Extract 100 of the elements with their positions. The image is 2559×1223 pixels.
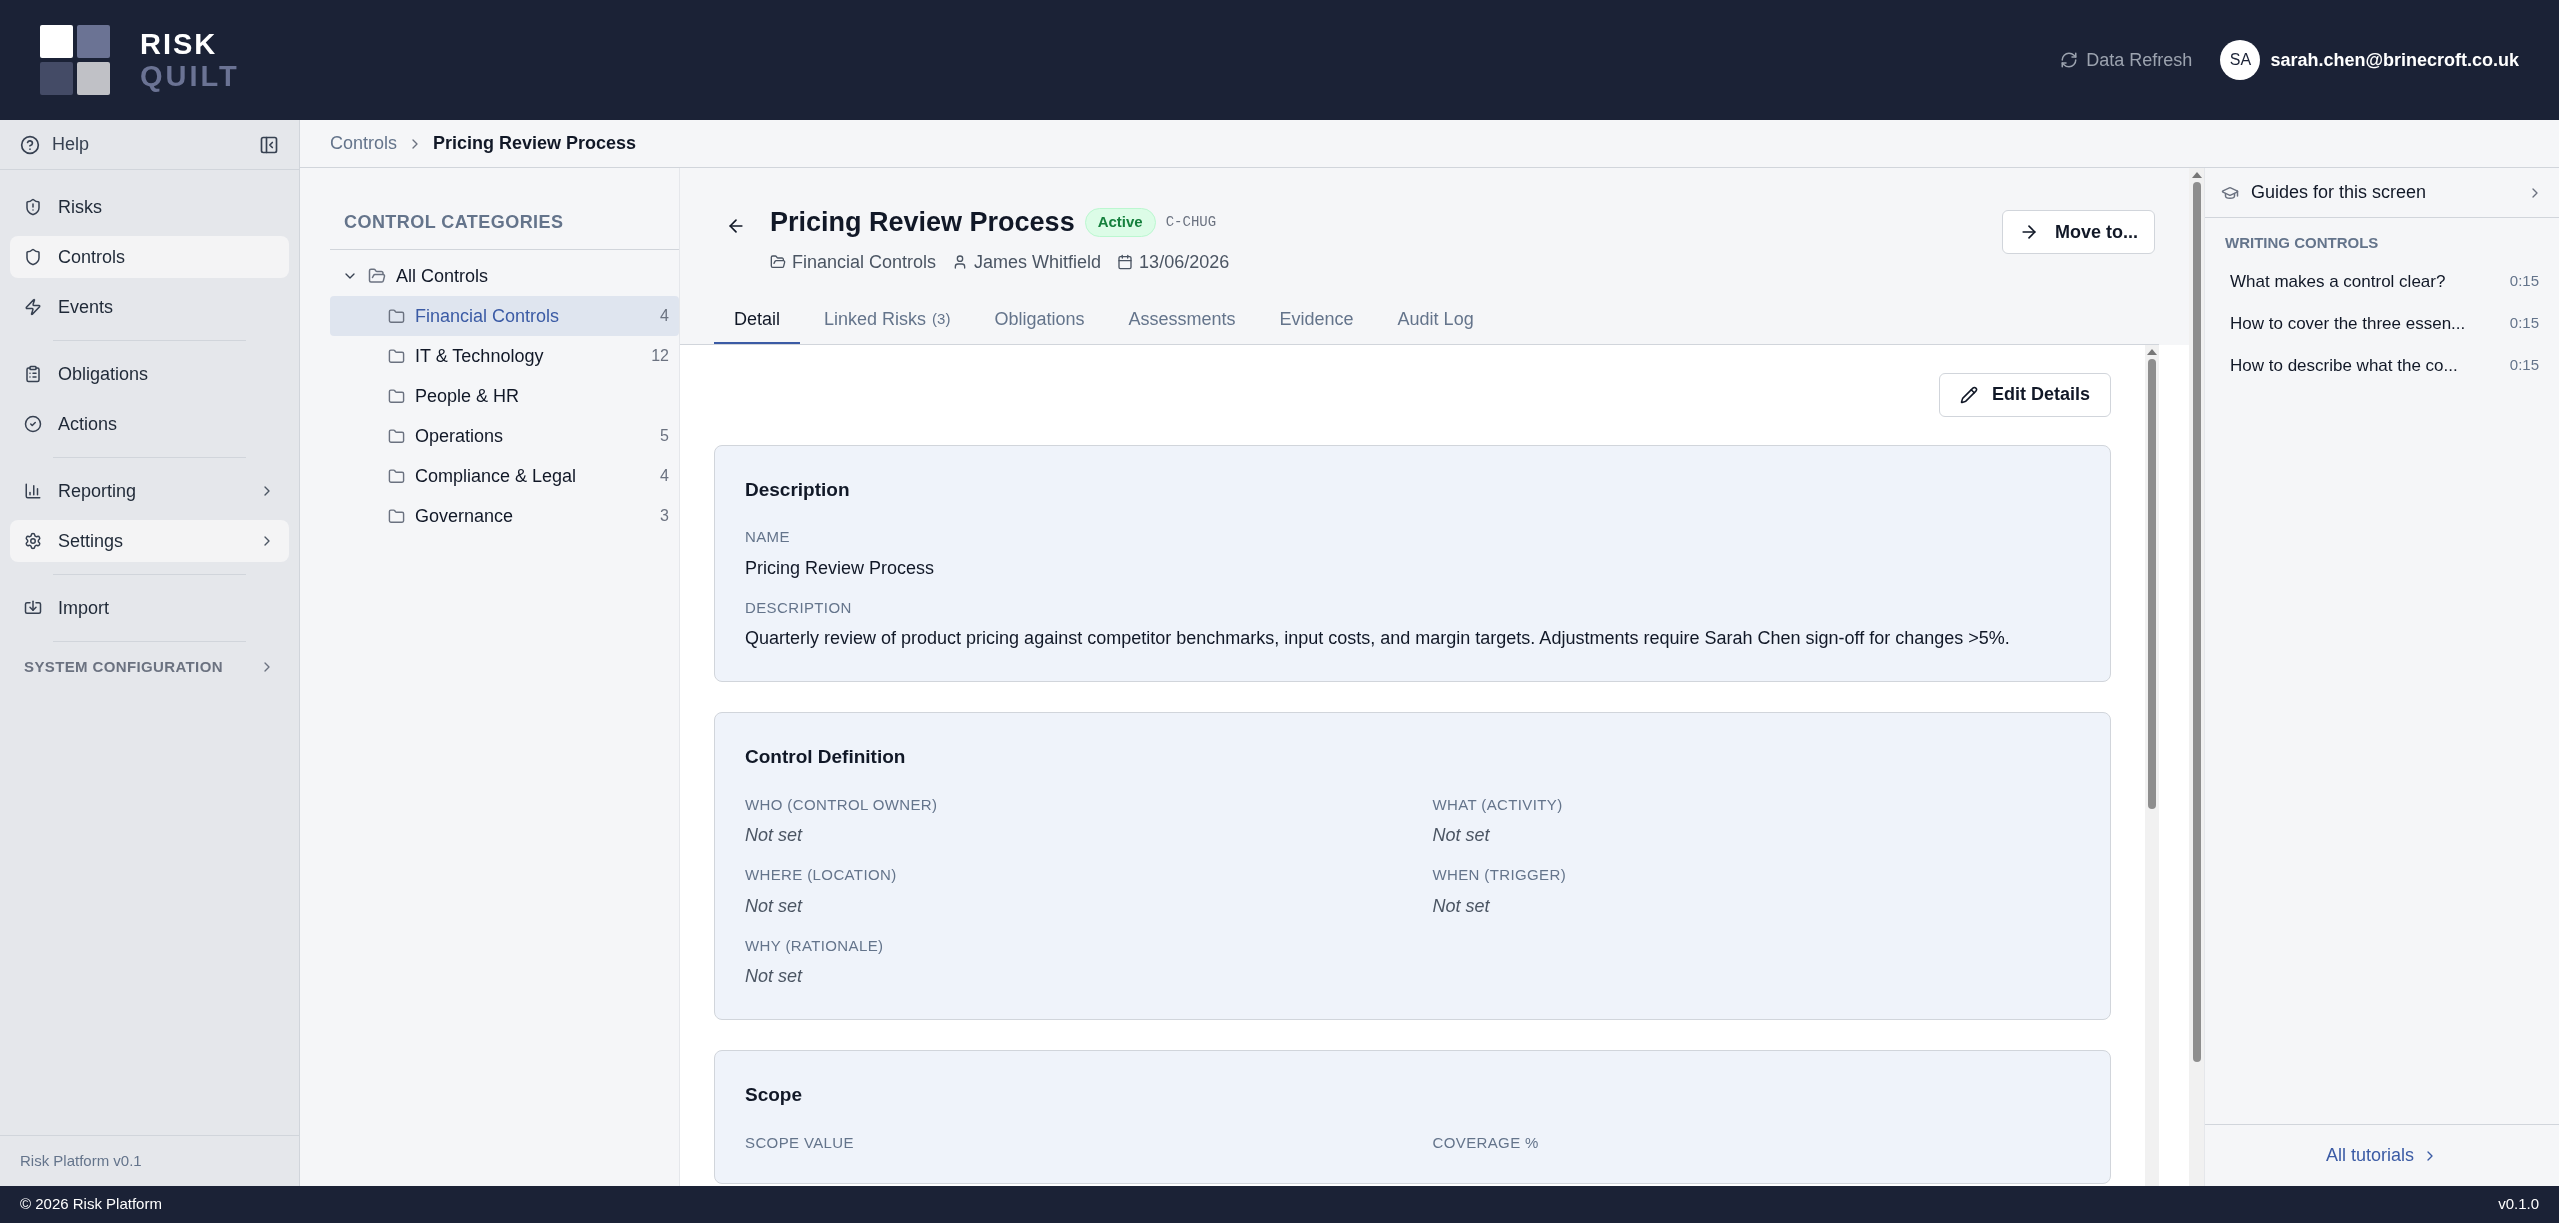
panel-heading: CONTROL CATEGORIES	[344, 211, 564, 234]
control-code: C-CHUG	[1165, 212, 1217, 232]
count-label: 12	[651, 346, 669, 366]
nav-label: Events	[58, 295, 115, 319]
pencil-icon	[1959, 385, 1978, 404]
nav-label: Controls	[58, 245, 127, 269]
tree-label: IT & Technology	[415, 344, 545, 368]
logo-text: QUILT	[140, 60, 240, 92]
help-link[interactable]: Help	[52, 131, 90, 158]
tab-label: Obligations	[994, 308, 1085, 331]
user-avatar[interactable]: SA	[2220, 40, 2261, 80]
move-button[interactable]: Move to...	[2002, 210, 2155, 254]
tab[interactable]: Obligations	[974, 297, 1105, 344]
guide-item[interactable]: How to cover the three essen... 0:15	[2225, 302, 2539, 345]
folder-icon	[388, 307, 405, 325]
tab-count: (3)	[932, 309, 951, 330]
all-tutorials-link[interactable]: All tutorials	[2326, 1142, 2414, 1169]
tab-label: Evidence	[1279, 308, 1354, 331]
count-label: 4	[660, 306, 669, 326]
field-value: Not set	[745, 824, 804, 847]
nav-item[interactable]: Import	[10, 587, 289, 629]
tab[interactable]: Audit Log	[1377, 297, 1494, 344]
version-text: v0.1.0	[2498, 1194, 2539, 1215]
section-title: Scope	[745, 1083, 804, 1107]
calendar-icon	[1117, 254, 1134, 270]
guide-item[interactable]: What makes a control clear? 0:15	[2225, 260, 2539, 303]
guide-item[interactable]: How to describe what the co... 0:15	[2225, 344, 2539, 387]
refresh-button[interactable]: Data Refresh	[2060, 46, 2193, 74]
nav-item[interactable]: Settings	[10, 520, 289, 562]
bar-chart-icon	[24, 482, 42, 500]
tree-item[interactable]: All Controls	[330, 256, 679, 296]
nav-item[interactable]: Obligations	[10, 353, 289, 395]
logo-text: RISK	[140, 28, 219, 60]
field-label: WHERE (LOCATION)	[745, 865, 898, 885]
refresh-icon	[2060, 51, 2079, 69]
check-circle-icon	[24, 415, 42, 433]
tree-item[interactable]: People & HR	[330, 376, 679, 416]
field-value: Not set	[1432, 894, 1491, 918]
count-label: 4	[660, 466, 669, 486]
field-label: NAME	[745, 527, 791, 547]
guide-title: How to describe what the co...	[2230, 354, 2459, 377]
shield-icon	[24, 248, 42, 266]
tree-label: All Controls	[396, 264, 489, 288]
edit-details-button[interactable]: Edit Details	[1938, 372, 2111, 417]
shield-alert-icon	[24, 198, 42, 216]
nav-item[interactable]: Events	[10, 286, 289, 328]
nav-label: Actions	[58, 412, 119, 436]
tab[interactable]: Assessments	[1108, 297, 1256, 344]
count-label: 3	[660, 506, 669, 526]
tab-label: Detail	[734, 308, 781, 331]
nav-item[interactable]: Reporting	[10, 470, 289, 512]
tab-label: Assessments	[1128, 308, 1236, 331]
nav-item[interactable]: Actions	[10, 403, 289, 445]
tab[interactable]: Evidence	[1259, 297, 1374, 344]
version-label: Risk Platform v0.1	[20, 1150, 142, 1171]
count-label: 5	[660, 426, 669, 446]
folder-icon	[388, 387, 405, 405]
breadcrumb-item[interactable]: Controls	[330, 130, 398, 157]
duration-label: 0:15	[2509, 313, 2539, 334]
field-value: Quarterly review of product pricing against competitor benchmarks, input costs, and margin targets. Adjustments require Sarah Chen sign-off for changes >5%.	[745, 627, 2011, 650]
folder-icon	[388, 427, 405, 445]
duration-label: 0:15	[2509, 355, 2539, 376]
tree-label: Financial Controls	[415, 304, 561, 328]
tree-item[interactable]: Governance 3	[330, 496, 679, 536]
scrollbar[interactable]	[2189, 168, 2205, 1186]
field-label: WHO (CONTROL OWNER)	[745, 794, 939, 815]
copyright-text: © 2026 Risk Platform	[20, 1194, 162, 1215]
settings-icon	[24, 532, 42, 550]
tree-item[interactable]: Compliance & Legal 4	[330, 456, 679, 496]
owner-label: James Whitfield	[974, 250, 1102, 274]
nav-label: Obligations	[58, 362, 150, 386]
collapse-sidebar-icon[interactable]	[259, 134, 279, 155]
field-label: WHEN (TRIGGER)	[1432, 865, 1568, 885]
import-icon	[24, 599, 42, 617]
clipboard-icon	[24, 365, 42, 383]
user-email[interactable]: sarah.chen@brinecroft.co.uk	[2270, 46, 2519, 74]
guide-title: What makes a control clear?	[2230, 270, 2447, 293]
tab[interactable]: Linked Risks (3)	[804, 297, 971, 344]
nav-item[interactable]: Controls	[10, 236, 289, 278]
tree-item[interactable]: Financial Controls 4	[330, 296, 679, 336]
section-heading[interactable]: SYSTEM CONFIGURATION	[24, 655, 251, 679]
guide-title: How to cover the three essen...	[2230, 312, 2467, 335]
tree-label: People & HR	[415, 384, 521, 408]
field-value: Not set	[745, 965, 804, 988]
section-title: Description	[745, 477, 851, 502]
nav-item[interactable]: Risks	[10, 186, 289, 228]
nav-label: Reporting	[58, 479, 138, 503]
tree-label: Compliance & Legal	[415, 464, 578, 488]
field-label: WHY (RATIONALE)	[745, 935, 885, 956]
field-label: COVERAGE %	[1432, 1132, 1540, 1153]
panel-title[interactable]: Guides for this screen	[2251, 179, 2515, 206]
tree-item[interactable]: IT & Technology 12	[330, 336, 679, 376]
tab[interactable]: Detail	[714, 297, 801, 344]
tree-item[interactable]: Operations 5	[330, 416, 679, 456]
scrollbar[interactable]	[2145, 344, 2159, 1186]
duration-label: 0:15	[2509, 271, 2539, 292]
field-label: DESCRIPTION	[745, 597, 853, 618]
logo-icon	[40, 25, 110, 95]
tree-label: Governance	[415, 504, 515, 528]
nav-label: Risks	[58, 195, 103, 219]
